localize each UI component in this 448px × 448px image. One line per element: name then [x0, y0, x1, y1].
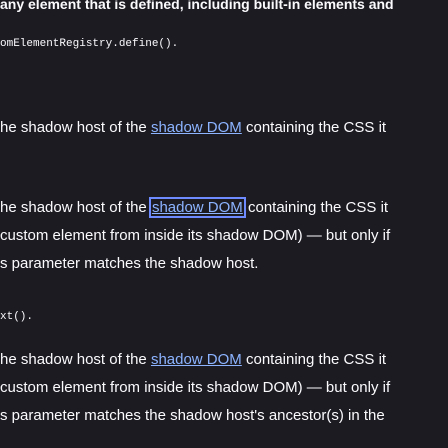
paragraph-2-pre: he shadow host of the	[0, 199, 151, 216]
shadow-dom-link-1[interactable]: shadow DOM	[151, 119, 242, 136]
paragraph-2-line-3: s parameter matches the shadow host.	[0, 255, 259, 272]
paragraph-2-post: containing the CSS it	[243, 199, 389, 216]
code-snippet-ext: xt().	[0, 311, 34, 323]
paragraph-3-line-3: s parameter matches the shadow host's an…	[0, 407, 385, 424]
shadow-dom-link-2[interactable]: shadow DOM	[148, 197, 246, 218]
paragraph-1-pre: he shadow host of the	[0, 119, 151, 136]
paragraph-1-post: containing the CSS it	[241, 119, 387, 136]
paragraph-3-line-2: custom element from inside its shadow DO…	[0, 379, 391, 396]
paragraph-1: he shadow host of the shadow DOM contain…	[0, 118, 386, 138]
paragraph-3-pre: he shadow host of the	[0, 351, 151, 368]
paragraph-3-post: containing the CSS it	[241, 351, 387, 368]
shadow-dom-link-3[interactable]: shadow DOM	[151, 351, 242, 368]
code-snippet-define: omElementRegistry.define().	[0, 38, 179, 50]
paragraph-3-line-1: he shadow host of the shadow DOM contain…	[0, 350, 386, 370]
paragraph-2-line-1: he shadow host of the shadow DOM contain…	[0, 197, 389, 218]
paragraph-2-line-2: custom element from inside its shadow DO…	[0, 227, 391, 244]
top-text: any element that is defined, including b…	[0, 0, 394, 12]
